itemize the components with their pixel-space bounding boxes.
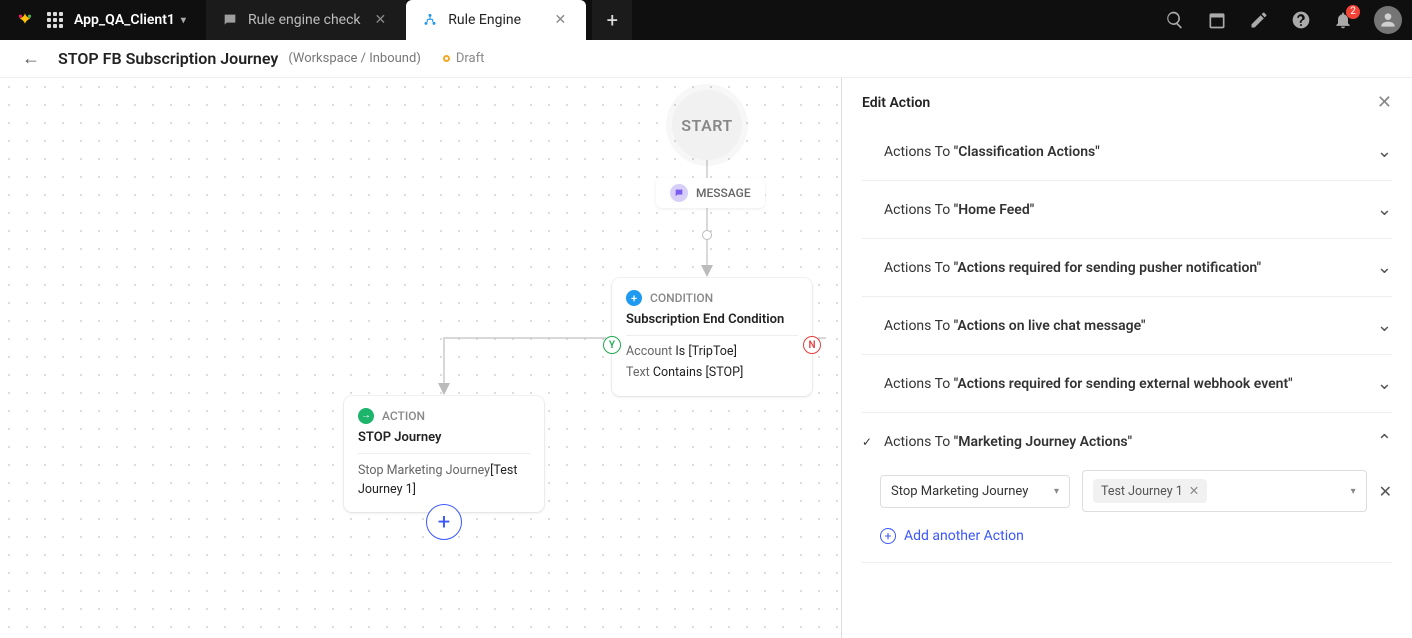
condition-icon — [626, 290, 642, 306]
condition-node[interactable]: CONDITION Subscription End Condition Acc… — [612, 278, 812, 396]
back-button[interactable]: ← — [22, 48, 40, 69]
tab-label: Rule Engine — [448, 12, 540, 28]
close-icon[interactable]: ✕ — [371, 9, 391, 31]
accordion-label: Actions To "Actions on live chat message… — [884, 318, 1369, 334]
chevron-up-icon: ⌃ — [1377, 431, 1392, 452]
action-icon — [358, 408, 374, 424]
accordion-label: Actions To "Actions required for sending… — [884, 260, 1369, 276]
page-title: STOP FB Subscription Journey — [58, 49, 278, 68]
accordion-head[interactable]: ✓Actions To "Classification Actions"⌄ — [862, 123, 1392, 180]
status-dot-icon — [443, 55, 450, 62]
condition-row: Text Contains [STOP] — [626, 365, 798, 380]
condition-row: Account Is [TripToe] — [626, 344, 798, 359]
remove-chip-icon[interactable]: ✕ — [1189, 483, 1199, 499]
avatar[interactable] — [1374, 6, 1402, 34]
add-step-button[interactable]: + — [426, 504, 462, 540]
action-row: Stop Marketing Journey[Test Journey 1] — [358, 462, 530, 500]
accordion-item: ✓ Actions To "Marketing Journey Actions" ⌃… — [862, 413, 1392, 563]
tab-label: Rule engine check — [248, 12, 361, 28]
chevron-down-icon: ⌄ — [1377, 315, 1392, 336]
message-icon — [670, 184, 688, 202]
tab-rule-engine[interactable]: Rule Engine ✕ — [406, 0, 586, 40]
chevron-down-icon: ⌄ — [1377, 257, 1392, 278]
chevron-down-icon: ⌄ — [1377, 199, 1392, 220]
accordion-head[interactable]: ✓Actions To "Actions on live chat messag… — [862, 297, 1392, 354]
appbar-actions: 2 — [1164, 6, 1402, 34]
calendar-icon[interactable] — [1206, 9, 1228, 31]
accordion-item: ✓Actions To "Actions required for sendin… — [862, 239, 1392, 297]
tabs-container: Rule engine check ✕ Rule Engine ✕ + — [206, 0, 632, 40]
search-icon[interactable] — [1164, 9, 1186, 31]
accordion-body: Stop Marketing Journey▾Test Journey 1✕▾✕… — [862, 470, 1392, 562]
condition-header: CONDITION — [626, 290, 798, 306]
flow-canvas[interactable]: START MESSAGE CONDITION Subscription End… — [0, 78, 842, 638]
edit-action-panel: Edit Action ✕ ✓ Actions To "Classificatio… — [842, 78, 1412, 638]
accordion-label: Actions To "Home Feed" — [884, 202, 1369, 218]
accordion-head[interactable]: ✓Actions To "Actions required for sendin… — [862, 355, 1392, 412]
action-name: STOP Journey — [358, 430, 530, 445]
subheader: ← STOP FB Subscription Journey (Workspac… — [0, 40, 1412, 78]
divider — [358, 453, 530, 454]
add-tab-button[interactable]: + — [592, 0, 632, 40]
accordion-item: ✓Actions To "Actions required for sendin… — [862, 355, 1392, 413]
action-node[interactable]: ACTION STOP Journey Stop Marketing Journ… — [344, 396, 544, 512]
app-bar: App_QA_Client1 ▾ Rule engine check ✕ Rul… — [0, 0, 1412, 40]
accordion: ✓Actions To "Classification Actions"⌄✓Ac… — [842, 123, 1412, 563]
close-icon[interactable]: ✕ — [1377, 92, 1392, 113]
selected-chip: Test Journey 1✕ — [1093, 479, 1207, 503]
panel-title: Edit Action — [862, 95, 930, 111]
message-node[interactable]: MESSAGE — [656, 178, 765, 208]
notification-badge: 2 — [1346, 5, 1360, 19]
divider — [626, 335, 798, 336]
add-another-action-button[interactable]: +Add another Action — [880, 524, 1392, 548]
tree-icon — [422, 12, 438, 28]
accordion-label: Actions To "Classification Actions" — [884, 144, 1369, 160]
chevron-down-icon: ⌄ — [1377, 141, 1392, 162]
main: START MESSAGE CONDITION Subscription End… — [0, 78, 1412, 638]
app-launcher-icon[interactable] — [46, 11, 64, 29]
chevron-down-icon: ▾ — [181, 15, 186, 26]
remove-row-icon[interactable]: ✕ — [1379, 482, 1392, 501]
condition-type: CONDITION — [650, 291, 713, 305]
edit-icon[interactable] — [1248, 9, 1270, 31]
accordion-head[interactable]: ✓Actions To "Home Feed"⌄ — [862, 181, 1392, 238]
action-header: ACTION — [358, 408, 530, 424]
tab-rule-engine-check[interactable]: Rule engine check ✕ — [206, 0, 406, 40]
notifications-icon[interactable]: 2 — [1332, 9, 1354, 31]
action-value-select[interactable]: Test Journey 1✕▾ — [1082, 470, 1367, 512]
start-label: START — [681, 116, 733, 135]
accordion-item: ✓Actions To "Home Feed"⌄ — [862, 181, 1392, 239]
action-type-select[interactable]: Stop Marketing Journey▾ — [880, 475, 1070, 508]
check-icon: ✓ — [862, 435, 876, 449]
panel-header: Edit Action ✕ — [842, 78, 1412, 123]
plus-icon: + — [880, 528, 896, 544]
yes-branch-badge[interactable]: Y — [603, 336, 621, 354]
no-branch-badge[interactable]: N — [803, 336, 821, 354]
action-config-row: Stop Marketing Journey▾Test Journey 1✕▾✕ — [880, 470, 1392, 512]
client-name: App_QA_Client1 — [74, 12, 175, 28]
accordion-head[interactable]: ✓ Actions To "Marketing Journey Actions" ⌃ — [862, 413, 1392, 470]
accordion-head[interactable]: ✓Actions To "Actions required for sendin… — [862, 239, 1392, 296]
connector-dot[interactable] — [702, 230, 712, 240]
status-badge: Draft — [443, 51, 485, 66]
message-label: MESSAGE — [696, 186, 751, 200]
accordion-item: ✓Actions To "Classification Actions"⌄ — [862, 123, 1392, 181]
start-node[interactable]: START — [672, 90, 742, 160]
close-icon[interactable]: ✕ — [551, 9, 571, 31]
action-type: ACTION — [382, 409, 425, 423]
plus-icon: + — [438, 510, 450, 535]
accordion-label: Actions To "Actions required for sending… — [884, 376, 1369, 392]
status-text: Draft — [456, 51, 485, 66]
logo-icon — [16, 11, 34, 29]
client-selector[interactable]: App_QA_Client1 ▾ — [74, 12, 186, 28]
condition-name: Subscription End Condition — [626, 312, 798, 327]
help-icon[interactable] — [1290, 9, 1312, 31]
chevron-down-icon: ⌄ — [1377, 373, 1392, 394]
chat-icon — [222, 12, 238, 28]
breadcrumb: (Workspace / Inbound) — [288, 51, 421, 66]
accordion-item: ✓Actions To "Actions on live chat messag… — [862, 297, 1392, 355]
accordion-label: Actions To "Marketing Journey Actions" — [884, 434, 1369, 450]
